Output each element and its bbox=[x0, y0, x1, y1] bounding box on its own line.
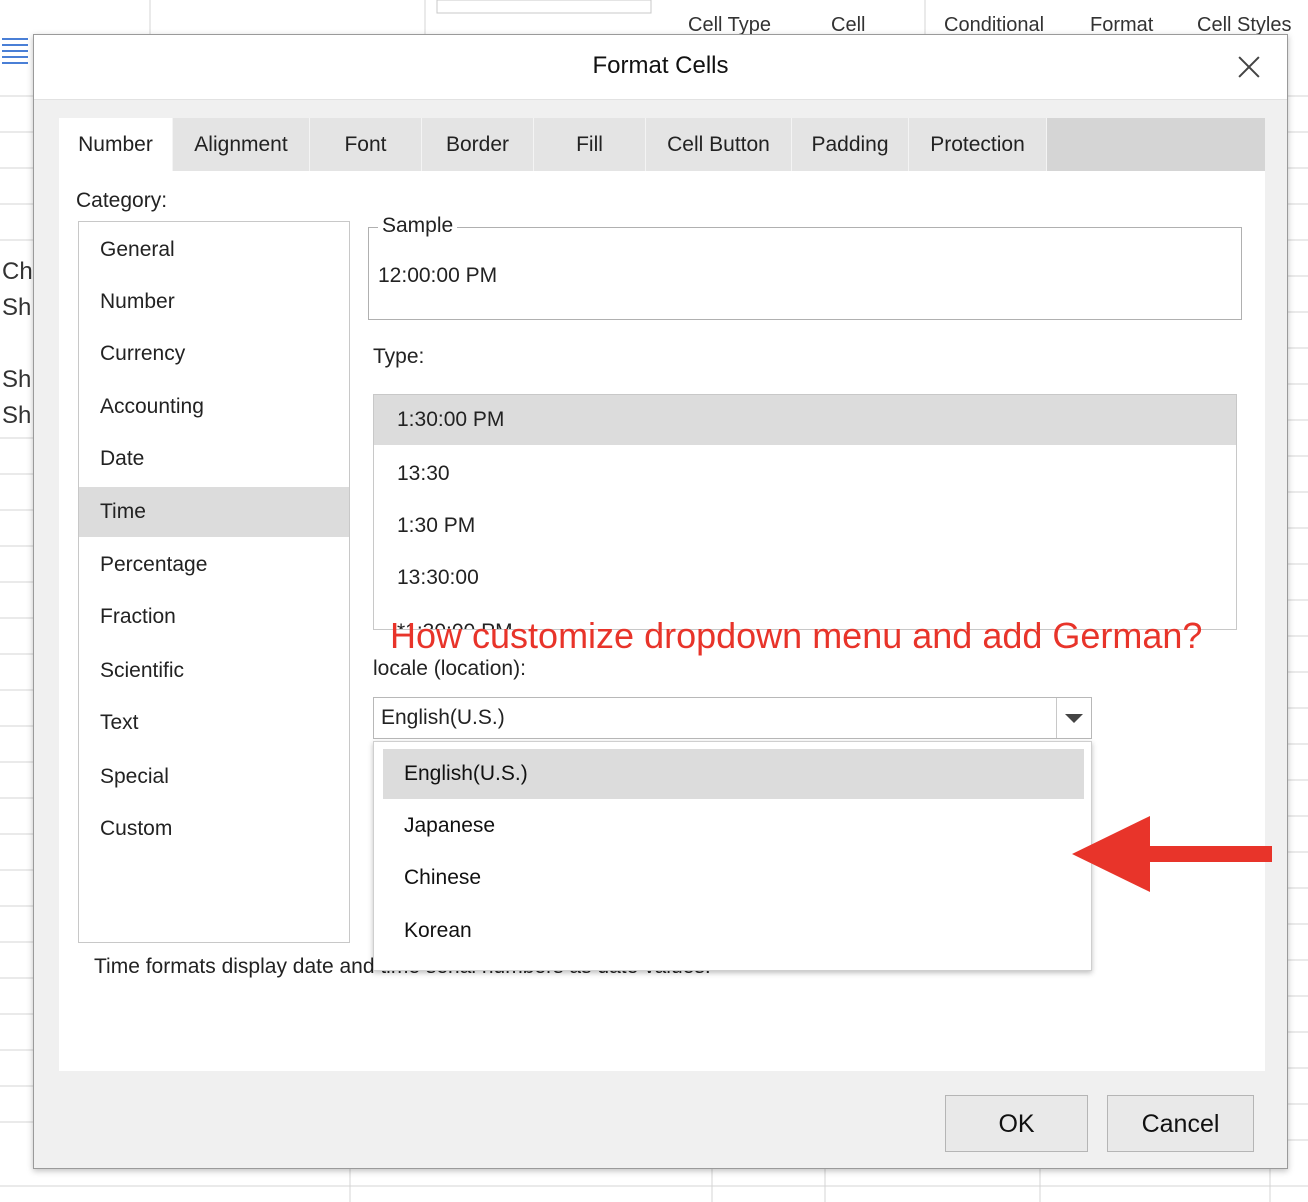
sample-label: Sample bbox=[378, 214, 458, 238]
tab-bar: Number Alignment Font Border Fill Cell B… bbox=[59, 118, 1265, 171]
tab-protection[interactable]: Protection bbox=[909, 118, 1047, 171]
locale-option-korean[interactable]: Korean bbox=[383, 906, 1084, 956]
tab-border[interactable]: Border bbox=[422, 118, 534, 171]
locale-select[interactable]: English(U.S.) bbox=[373, 697, 1092, 739]
format-cells-dialog: Format Cells Number Alignment Font Borde… bbox=[33, 34, 1288, 1169]
annotation-question: How customize dropdown menu and add Germ… bbox=[390, 615, 1203, 656]
ok-button[interactable]: OK bbox=[945, 1095, 1088, 1152]
tab-padding[interactable]: Padding bbox=[792, 118, 909, 171]
category-item-scientific[interactable]: Scientific bbox=[79, 646, 349, 696]
category-item-time[interactable]: Time bbox=[79, 487, 349, 537]
category-item-currency[interactable]: Currency bbox=[79, 329, 349, 379]
tab-font[interactable]: Font bbox=[310, 118, 422, 171]
type-item[interactable]: 13:30:00 bbox=[374, 553, 1236, 603]
type-item[interactable]: 1:30 PM bbox=[374, 501, 1236, 551]
category-item-custom[interactable]: Custom bbox=[79, 804, 349, 854]
cancel-button[interactable]: Cancel bbox=[1107, 1095, 1254, 1152]
locale-label: locale (location): bbox=[373, 657, 526, 680]
category-item-special[interactable]: Special bbox=[79, 752, 349, 802]
type-item[interactable]: 13:30 bbox=[374, 449, 1236, 499]
sheet-cell-text: Sh bbox=[2, 294, 32, 321]
close-icon[interactable] bbox=[1235, 53, 1263, 81]
tab-alignment[interactable]: Alignment bbox=[173, 118, 310, 171]
dialog-header: Format Cells bbox=[34, 35, 1287, 100]
locale-option-chinese[interactable]: Chinese bbox=[383, 853, 1084, 903]
locale-dropdown-menu: English(U.S.) Japanese Chinese Korean bbox=[373, 741, 1092, 971]
category-label: Category: bbox=[76, 189, 168, 212]
locale-selected-value: English(U.S.) bbox=[381, 706, 505, 729]
tab-number[interactable]: Number bbox=[59, 118, 173, 171]
sample-value: 12:00:00 PM bbox=[378, 264, 498, 287]
category-item-text[interactable]: Text bbox=[79, 698, 349, 748]
category-item-percentage[interactable]: Percentage bbox=[79, 540, 349, 590]
category-item-fraction[interactable]: Fraction bbox=[79, 592, 349, 642]
category-item-general[interactable]: General bbox=[79, 225, 349, 275]
locale-option-japanese[interactable]: Japanese bbox=[383, 801, 1084, 851]
dialog-title: Format Cells bbox=[592, 52, 729, 79]
category-item-date[interactable]: Date bbox=[79, 434, 349, 484]
sheet-cell-text: Sh bbox=[2, 402, 32, 429]
tab-fill[interactable]: Fill bbox=[534, 118, 646, 171]
sheet-cell-text: Ch bbox=[2, 258, 33, 285]
category-list: General Number Currency Accounting Date … bbox=[78, 221, 350, 943]
chevron-down-icon[interactable] bbox=[1056, 698, 1091, 738]
category-item-number[interactable]: Number bbox=[79, 277, 349, 327]
type-item[interactable]: 1:30:00 PM bbox=[374, 395, 1236, 445]
type-label: Type: bbox=[373, 345, 425, 368]
sample-box bbox=[368, 227, 1242, 320]
sheet-cell-text: Sh bbox=[2, 366, 32, 393]
locale-option-english[interactable]: English(U.S.) bbox=[383, 749, 1084, 799]
type-list[interactable]: 1:30:00 PM 13:30 1:30 PM 13:30:00 *1:30:… bbox=[373, 394, 1237, 630]
red-arrow-icon bbox=[1072, 816, 1272, 892]
category-item-accounting[interactable]: Accounting bbox=[79, 382, 349, 432]
align-lines-icon[interactable] bbox=[2, 38, 28, 68]
tab-cell-button[interactable]: Cell Button bbox=[646, 118, 792, 171]
